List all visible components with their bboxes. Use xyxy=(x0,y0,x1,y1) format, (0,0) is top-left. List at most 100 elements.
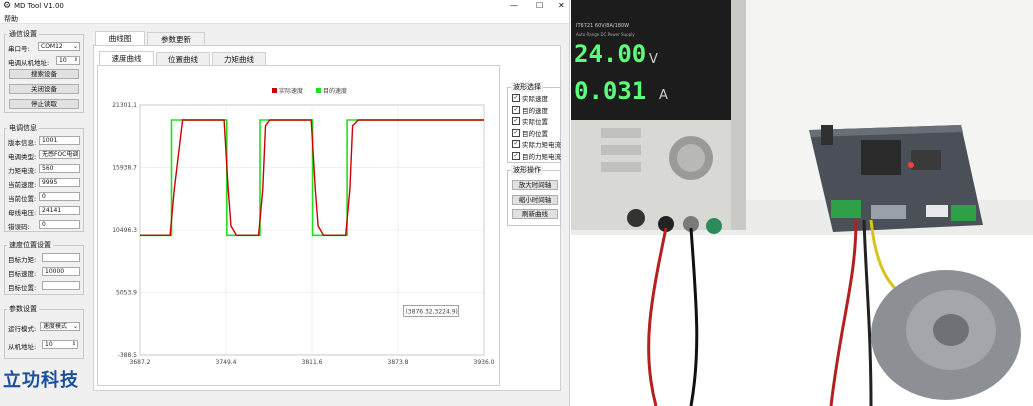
speed-position-label: 目标位置: xyxy=(8,284,37,292)
comm-settings-title: 通信设置 xyxy=(7,29,39,39)
esc-info-label: 母线电压: xyxy=(8,209,37,217)
check-icon: ✓ xyxy=(512,94,520,102)
esc-info-label: 版本信息: xyxy=(8,139,37,147)
app-gear-icon: ⚙ xyxy=(3,1,12,11)
speed-position-input[interactable]: 10000 xyxy=(42,267,80,276)
waveform-checkbox-label: 目的速度 xyxy=(522,106,548,115)
menu-help[interactable]: 帮助 xyxy=(4,14,18,24)
hardware-photo: IT6721 60V/8A/180W Auto Range DC Power S… xyxy=(571,0,1033,406)
x-tick-label: 3687.2 xyxy=(130,359,151,366)
md-tool-window: ⚙ MD Tool V1.00 — ☐ ✕ 帮助 通信设置 串口号: COM12… xyxy=(0,0,570,406)
tab-param-update[interactable]: 参数更新 xyxy=(147,32,205,45)
esc-info-value: 9995 xyxy=(39,178,80,187)
maximize-icon[interactable]: ☐ xyxy=(536,1,543,10)
waveform-checkbox-label: 实际速度 xyxy=(522,95,548,103)
esc-info-label: 当前速度: xyxy=(8,181,37,189)
window-title: MD Tool V1.00 xyxy=(14,2,64,10)
slave-address-value: 10 xyxy=(45,341,53,348)
tab-position-curve[interactable]: 位置曲线 xyxy=(156,52,210,65)
esc-info-value: 24141 xyxy=(39,206,80,215)
x-tick-label: 3873.8 xyxy=(388,359,409,366)
company-logo: 立功科技 xyxy=(3,370,79,391)
esc-info-label: 电调类型: xyxy=(8,153,37,161)
waveform-checkbox-label: 实际位置 xyxy=(522,118,548,126)
legend-swatch-target xyxy=(316,88,321,93)
params-group xyxy=(4,309,84,359)
speed-position-input[interactable] xyxy=(42,281,80,290)
check-icon: ✓ xyxy=(512,151,520,160)
waveform-checkbox[interactable]: ✓ 目的位置 xyxy=(512,128,548,138)
params-title: 参数设置 xyxy=(7,304,39,314)
esc-info-title: 电调信息 xyxy=(7,123,39,133)
close-device-button[interactable]: 关闭设备 xyxy=(9,84,79,94)
menu-bar: 帮助 xyxy=(0,13,569,24)
speed-chart[interactable]: 3687.2 3749.4 3811.6 3873.8 3936.0 21301.1 159… xyxy=(102,80,496,380)
x-tick-label: 3936.0 xyxy=(474,359,495,366)
stop-read-button[interactable]: 停止读取 xyxy=(9,99,79,109)
psu-subtitle: Auto Range DC Power Supply xyxy=(576,32,635,37)
address-spinbox[interactable]: 10 ⇕ xyxy=(56,56,80,65)
search-device-button[interactable]: 搜索设备 xyxy=(9,69,79,79)
y-tick-label: 5053.9 xyxy=(116,290,137,297)
chevron-down-icon: ⌄ xyxy=(72,43,78,50)
port-value: COM12 xyxy=(41,43,63,50)
waveform-checkbox-label: 目的位置 xyxy=(522,129,548,138)
spin-arrows-icon: ⇕ xyxy=(71,341,76,347)
waveform-checkbox[interactable]: ✓ 目的力矩电流 xyxy=(512,151,561,161)
y-tick-label: 21301.1 xyxy=(112,102,137,109)
close-icon[interactable]: ✕ xyxy=(558,1,565,10)
slave-address-spinbox[interactable]: 10 ⇕ xyxy=(42,340,78,349)
run-mode-select[interactable]: 速度模式 ⌄ xyxy=(40,322,80,331)
waveform-checkbox[interactable]: ✓ 实际力矩电流 xyxy=(512,139,561,149)
waveform-checkbox[interactable]: ✓ 目的速度 xyxy=(512,105,548,115)
chevron-down-icon: ⌄ xyxy=(72,323,78,330)
psu-voltage-readout: 24.00 xyxy=(574,40,647,68)
waveform-checkbox-label: 目的力矩电流 xyxy=(522,152,561,161)
esc-info-value: 无感FOC电调 xyxy=(39,150,80,159)
y-tick-label: 10496.3 xyxy=(112,227,137,234)
x-tick-label: 3811.6 xyxy=(302,359,323,366)
port-select[interactable]: COM12 ⌄ xyxy=(38,42,80,51)
waveform-ops-title: 波形操作 xyxy=(511,165,543,175)
waveform-select-title: 波形选择 xyxy=(511,82,543,92)
tab-curve-chart[interactable]: 曲线图 xyxy=(95,31,145,45)
run-mode-label: 运行模式: xyxy=(8,325,37,333)
slave-address-label: 从机地址: xyxy=(8,343,37,351)
legend-swatch-actual xyxy=(272,88,277,93)
tab-torque-curve[interactable]: 力矩曲线 xyxy=(212,52,266,65)
waveform-op-button[interactable]: 刷新曲线 xyxy=(512,209,558,219)
run-mode-value: 速度模式 xyxy=(43,323,68,330)
psu-model-label: IT6721 60V/8A/180W xyxy=(576,23,630,29)
waveform-op-button[interactable]: 放大时间轴 xyxy=(512,180,558,190)
address-label: 电调从机地址: xyxy=(8,59,50,67)
y-tick-label: 15938.7 xyxy=(112,165,137,172)
speed-position-title: 速度位置设置 xyxy=(7,240,53,250)
legend-label-actual: 实际速度 xyxy=(279,87,303,95)
chart-tooltip-text: (3876.32,3224.9) xyxy=(405,308,457,315)
legend-label-target: 目的速度 xyxy=(323,87,347,95)
address-value: 10 xyxy=(59,57,67,64)
minimize-icon[interactable]: — xyxy=(510,1,518,10)
esc-info-value: 0 xyxy=(39,220,80,229)
speed-position-label: 目标力矩: xyxy=(8,256,37,264)
check-icon: ✓ xyxy=(512,140,520,148)
esc-info-value: 560 xyxy=(39,164,80,173)
waveform-op-button[interactable]: 缩小时间轴 xyxy=(512,194,558,205)
psu-voltage-unit: V xyxy=(649,52,658,67)
check-icon: ✓ xyxy=(512,105,520,114)
title-bar: ⚙ MD Tool V1.00 — ☐ ✕ xyxy=(0,0,569,13)
speed-position-input[interactable] xyxy=(42,253,80,262)
esc-info-value: 0 xyxy=(39,192,80,201)
waveform-checkbox[interactable]: ✓ 实际位置 xyxy=(512,116,548,126)
waveform-checkbox-label: 实际力矩电流 xyxy=(522,141,561,149)
esc-info-label: 错误码: xyxy=(8,223,30,231)
spin-arrows-icon: ⇕ xyxy=(73,57,78,63)
tab-speed-curve[interactable]: 速度曲线 xyxy=(99,51,154,65)
y-tick-label: -388.5 xyxy=(118,352,138,359)
speed-position-label: 目标速度: xyxy=(8,270,37,278)
waveform-checkbox[interactable]: ✓ 实际速度 xyxy=(512,93,548,103)
psu-current-unit: A xyxy=(659,88,668,103)
esc-info-value: 1001 xyxy=(39,136,80,145)
esc-info-label: 当前位置: xyxy=(8,195,37,203)
check-icon: ✓ xyxy=(512,128,520,137)
